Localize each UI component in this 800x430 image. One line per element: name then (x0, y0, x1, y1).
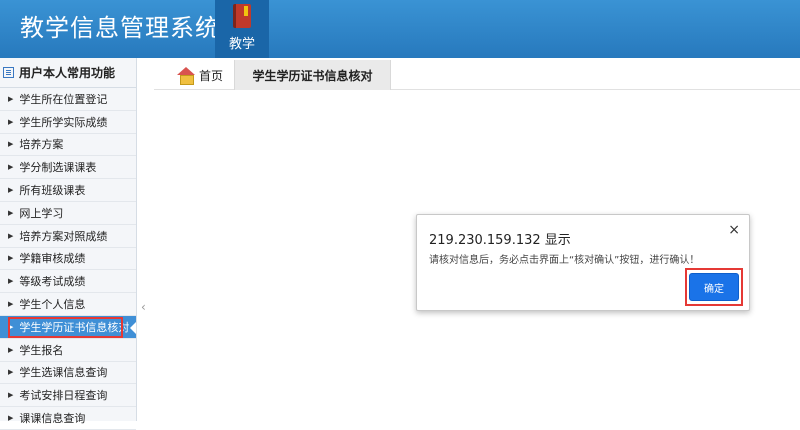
sidebar-item[interactable]: ▶ 学生所在位置登记 (0, 88, 136, 111)
sidebar-item-label: 网上学习 (19, 206, 64, 220)
home-icon (176, 67, 195, 85)
alert-dialog: 219.230.159.132 显示 × 请核对信息后，务必点击界面上“核对确认… (416, 214, 750, 311)
tab-certificate-check[interactable]: 学生学历证书信息核对 (234, 60, 391, 90)
tab-home-label: 首页 (198, 68, 223, 83)
sidebar-item-label: 课课信息查询 (19, 412, 86, 426)
nav-tab-label: 教学 (228, 37, 255, 52)
sidebar-item[interactable]: ▶ 培养方案 (0, 134, 136, 157)
triangle-right-icon: ▶ (8, 140, 14, 149)
close-icon[interactable]: × (728, 222, 740, 238)
sidebar-item-label: 培养方案对照成绩 (19, 229, 108, 243)
triangle-right-icon: ▶ (8, 368, 14, 377)
tab-certificate-check-label: 学生学历证书信息核对 (252, 68, 373, 83)
tab-bar: 首页 学生学历证书信息核对 (154, 60, 800, 90)
triangle-right-icon: ▶ (8, 391, 14, 400)
sidebar-item[interactable]: ▶ 课课信息查询 (0, 407, 136, 430)
sidebar-items: ▶ 学生所在位置登记 ▶ 学生所学实际成绩 ▶ 培养方案 ▶ 学分制选课课表 ▶ 所有班级课表 ▶ 网… (0, 88, 136, 430)
triangle-right-icon: ▶ (8, 163, 14, 172)
sidebar-item-label: 学籍审核成绩 (19, 252, 86, 266)
sidebar-item[interactable]: ▶ 学生选课信息查询 (0, 362, 136, 385)
sidebar-item-label: 所有班级课表 (19, 184, 86, 198)
triangle-right-icon: ▶ (8, 254, 14, 263)
app-title: 教学信息管理系统 (20, 14, 220, 42)
sidebar-item-label: 等级考试成绩 (19, 275, 86, 289)
book-icon (233, 4, 251, 28)
sidebar-item[interactable]: ▶ 网上学习 (0, 202, 136, 225)
sidebar-item[interactable]: ▶ 培养方案对照成绩 (0, 225, 136, 248)
sidebar-item-label: 学生所在位置登记 (19, 92, 108, 106)
active-pointer-icon (130, 321, 136, 334)
sidebar-item-label: 学生选课信息查询 (19, 366, 108, 380)
sidebar-item-label: 培养方案 (19, 138, 64, 152)
sidebar-header: 用户本人常用功能 (0, 58, 136, 88)
sidebar-item[interactable]: ▶ 学分制选课课表 (0, 156, 136, 180)
sidebar-item-label: 学分制选课课表 (19, 161, 97, 175)
sidebar-item[interactable]: ▶ 学生所学实际成绩 (0, 111, 136, 134)
sidebar-item[interactable]: ▶ 学生报名 (0, 339, 136, 362)
active-item-highlight (8, 316, 123, 338)
triangle-right-icon: ▶ (8, 94, 14, 103)
sidebar-item[interactable]: ▶ 学籍审核成绩 (0, 248, 136, 271)
sidebar-item[interactable]: ▶ 学生个人信息 (0, 293, 136, 316)
app-header: 教学信息管理系统 教学 (0, 0, 800, 58)
triangle-right-icon: ▶ (8, 117, 14, 126)
sidebar-item[interactable]: ▶ 学生学历证书信息核对 (0, 315, 136, 339)
triangle-right-icon: ▶ (8, 300, 14, 309)
triangle-right-icon: ▶ (8, 277, 14, 286)
triangle-right-icon: ▶ (8, 208, 14, 217)
triangle-right-icon: ▶ (8, 231, 14, 240)
sidebar-item-label: 学生报名 (19, 343, 64, 357)
list-icon (3, 67, 14, 78)
nav-tab-teaching[interactable]: 教学 (215, 0, 269, 58)
sidebar-item[interactable]: ▶ 等级考试成绩 (0, 270, 136, 294)
sidebar: 用户本人常用功能 ▶ 学生所在位置登记 ▶ 学生所学实际成绩 ▶ 培养方案 ▶ 学分制选课课表… (0, 58, 137, 430)
sidebar-item[interactable]: ▶ 考试安排日程查询 (0, 384, 136, 408)
tab-home[interactable]: 首页 (164, 60, 236, 90)
sidebar-item-label: 学生所学实际成绩 (19, 115, 108, 129)
dialog-title: 219.230.159.132 显示 (429, 233, 571, 248)
dialog-message: 请核对信息后，务必点击界面上“核对确认”按钮，进行确认！ (429, 255, 700, 266)
collapse-sidebar-icon[interactable]: ‹ (141, 300, 146, 314)
triangle-right-icon: ▶ (8, 186, 14, 195)
ok-button[interactable]: 确定 (689, 273, 739, 301)
sidebar-item-label: 学生个人信息 (19, 298, 86, 312)
sidebar-item[interactable]: ▶ 所有班级课表 (0, 179, 136, 202)
sidebar-item-label: 考试安排日程查询 (19, 389, 108, 403)
triangle-right-icon: ▶ (8, 345, 14, 354)
sidebar-header-label: 用户本人常用功能 (19, 66, 116, 80)
